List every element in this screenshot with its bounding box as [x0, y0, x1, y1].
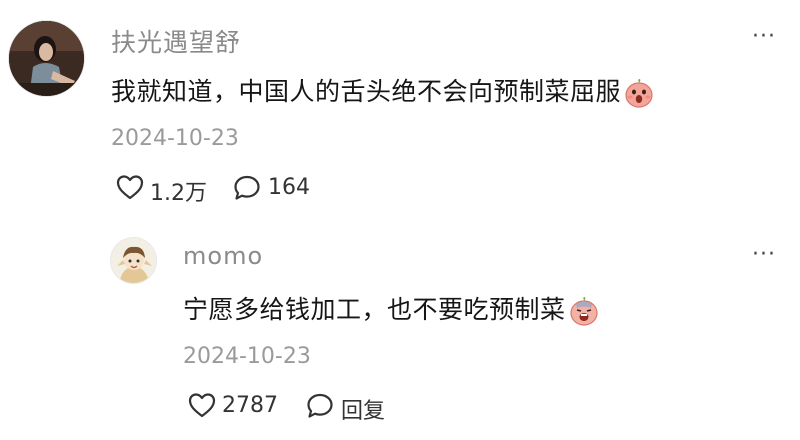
avatar-photo-icon [9, 21, 84, 96]
username[interactable]: 扶光遇望舒 [111, 23, 241, 59]
shocked-peach-emoji-icon [624, 78, 654, 108]
comment-date: 2024-10-23 [183, 344, 311, 369]
comment-count: 164 [268, 175, 310, 200]
more-options-icon[interactable]: ··· [752, 24, 776, 49]
comment-text-content: 宁愿多给钱加工，也不要吃预制菜 [183, 295, 566, 324]
comment-bubble-icon [234, 175, 260, 200]
avatar[interactable] [8, 20, 85, 97]
comment-text-content: 我就知道，中国人的舌头绝不会向预制菜屈服 [111, 77, 622, 106]
avatar-illustration-icon [111, 238, 156, 283]
like-count: 1.2万 [150, 181, 207, 206]
heart-icon [188, 393, 216, 418]
reply-label[interactable]: 回复 [341, 393, 385, 425]
comment-bubble-icon [307, 393, 333, 418]
like-count: 2787 [222, 393, 278, 418]
comment-date: 2024-10-23 [111, 126, 239, 151]
reply-button[interactable] [233, 174, 261, 201]
like-button[interactable] [188, 392, 216, 418]
crying-peach-emoji-icon [569, 296, 599, 326]
like-button[interactable] [116, 174, 144, 200]
more-options-icon[interactable]: ··· [752, 242, 776, 267]
username[interactable]: momo [183, 242, 263, 270]
reply-button[interactable] [306, 392, 334, 419]
comment-text: 宁愿多给钱加工，也不要吃预制菜 [183, 290, 599, 326]
comment-text: 我就知道，中国人的舌头绝不会向预制菜屈服 [111, 72, 654, 108]
avatar[interactable] [110, 237, 157, 284]
heart-icon [116, 175, 144, 200]
